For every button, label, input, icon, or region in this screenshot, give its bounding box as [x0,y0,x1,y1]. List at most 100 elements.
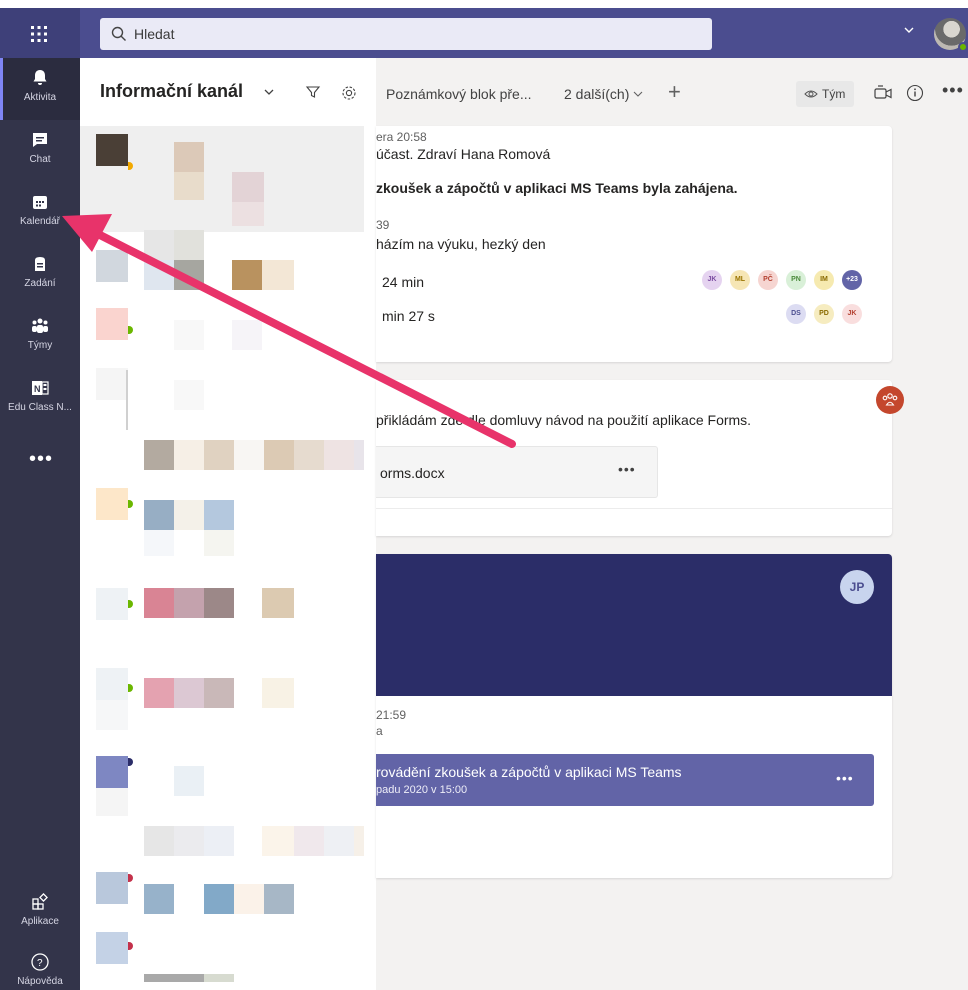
post-text: přikládám zde dle domluvy návod na použi… [376,412,752,428]
rail-item-apps[interactable]: Aplikace [0,882,80,944]
channel-header: Poznámkový blok pře... 2 další(ch) + Tým… [376,58,968,126]
add-tab-icon[interactable]: + [668,79,681,105]
feed-title[interactable]: Informační kanál [100,81,243,102]
tab-more[interactable]: 2 další(ch) [564,86,643,102]
presence-status-icon [128,942,133,950]
participant-avatar[interactable]: IM [814,270,834,290]
rail-item-onenote[interactable]: N Edu Class N... [0,368,80,430]
participant-avatar[interactable]: DS [786,304,806,324]
divider [376,508,892,509]
meet-now-icon[interactable] [872,82,894,104]
meeting-title: rovádění zkoušek a zápočtů v aplikaci MS… [376,764,682,780]
rail-item-help[interactable]: ? Nápověda [0,942,80,990]
calendar-icon [33,196,47,209]
participant-avatar[interactable]: PD [814,304,834,324]
filter-icon[interactable] [305,84,321,100]
search-input[interactable]: Hledat [134,26,174,42]
participant-count-badge[interactable]: +23 [842,270,862,290]
svg-text:N: N [34,384,41,394]
assignments-icon [35,257,45,271]
presence-status-icon [128,684,133,692]
avatar [96,872,128,904]
rail-item-teams[interactable]: Týmy [0,306,80,368]
search-icon [111,26,126,41]
presence-status-icon [128,758,133,766]
presence-status-icon [128,874,133,882]
post-author: a [376,724,383,738]
avatar [96,368,128,400]
apps-icon [32,893,48,910]
reply-text: házím na výuku, hezký den [376,236,546,252]
rail-item-calendar[interactable]: Kalendář [0,182,80,244]
avatar [96,308,128,340]
teams-icon [32,318,48,333]
more-apps-icon[interactable]: ••• [29,448,53,471]
onenote-icon: N [32,381,49,395]
meeting-duration: min 27 s [382,308,435,324]
file-attachment[interactable]: orms.docx ••• [376,446,658,498]
activity-feed: Informační kanál [80,58,376,990]
participant-avatar[interactable]: JK [702,270,722,290]
app-rail: Aktivita Chat Kalendář Zadání Týmy N Edu… [0,58,80,990]
participant-avatar[interactable]: PN [786,270,806,290]
reply-timestamp: 39 [376,218,390,232]
chevron-down-icon [633,91,643,97]
post-text: účast. Zdraví Hana Romová [376,146,551,162]
team-button-label: Tým [822,87,846,101]
info-icon[interactable] [906,84,924,102]
presence-status-icon [128,500,133,508]
gear-icon[interactable] [340,84,358,102]
avatar [96,588,128,620]
group-icon[interactable] [876,386,904,414]
more-options-icon[interactable]: ••• [942,80,964,101]
conversation-post: JP 21:59 a rovádění zkoušek a zápočtů v … [376,554,892,878]
participant-avatar[interactable]: ML [730,270,750,290]
rail-item-label: Edu Class N... [8,402,72,413]
waffle-icon[interactable] [28,23,50,45]
search-box[interactable]: Hledat [100,18,712,50]
rail-item-label: Zadání [24,278,56,289]
rail-item-chat[interactable]: Chat [0,120,80,182]
avatar [96,488,128,520]
rail-item-label: Aktivita [23,92,57,103]
svg-text:?: ? [37,958,43,969]
eye-icon [804,90,818,98]
meeting-duration: 24 min [382,274,425,290]
chevron-down-icon[interactable] [263,86,275,98]
conversation-post: era 20:58 účast. Zdraví Hana Romová zkou… [376,126,892,362]
meeting-date: padu 2020 v 15:00 [376,784,468,796]
more-options-icon[interactable]: ••• [618,461,636,477]
rail-item-activity[interactable]: Aktivita [0,58,80,120]
avatar[interactable]: JP [840,570,874,604]
rail-item-label: Aplikace [21,916,59,927]
post-text: zkoušek a zápočtů v aplikaci MS Teams by… [376,180,738,196]
meeting-card[interactable]: rovádění zkoušek a zápočtů v aplikaci MS… [376,754,874,806]
app-launcher-area [0,8,80,58]
avatar [96,932,128,964]
avatar [96,668,128,700]
presence-status-icon [958,42,968,52]
chat-icon [33,133,47,147]
presence-status-icon [128,326,133,334]
rail-item-label: Nápověda [17,976,63,987]
rail-item-label: Chat [29,154,51,165]
team-button[interactable]: Tým [796,81,854,107]
help-icon: ? [31,953,49,971]
avatar [96,756,128,788]
avatar [96,134,128,166]
post-timestamp: 21:59 [376,708,407,722]
title-bar: Hledat [0,8,968,58]
file-name[interactable]: orms.docx [380,465,445,481]
post-timestamp: era 20:58 [376,130,427,144]
conversation-post: přikládám zde dle domluvy návod na použi… [376,380,892,536]
rail-item-assignments[interactable]: Zadání [0,244,80,306]
chevron-down-icon[interactable] [903,24,917,38]
bell-icon [33,70,47,85]
more-options-icon[interactable]: ••• [836,770,854,786]
tab-more-label: 2 další(ch) [564,86,630,102]
rail-item-label: Kalendář [19,216,61,227]
tab-class-notebook[interactable]: Poznámkový blok pře... [386,86,532,102]
participant-avatar[interactable]: JK [842,304,862,324]
participant-avatar[interactable]: PČ [758,270,778,290]
post-banner: JP [376,554,892,696]
